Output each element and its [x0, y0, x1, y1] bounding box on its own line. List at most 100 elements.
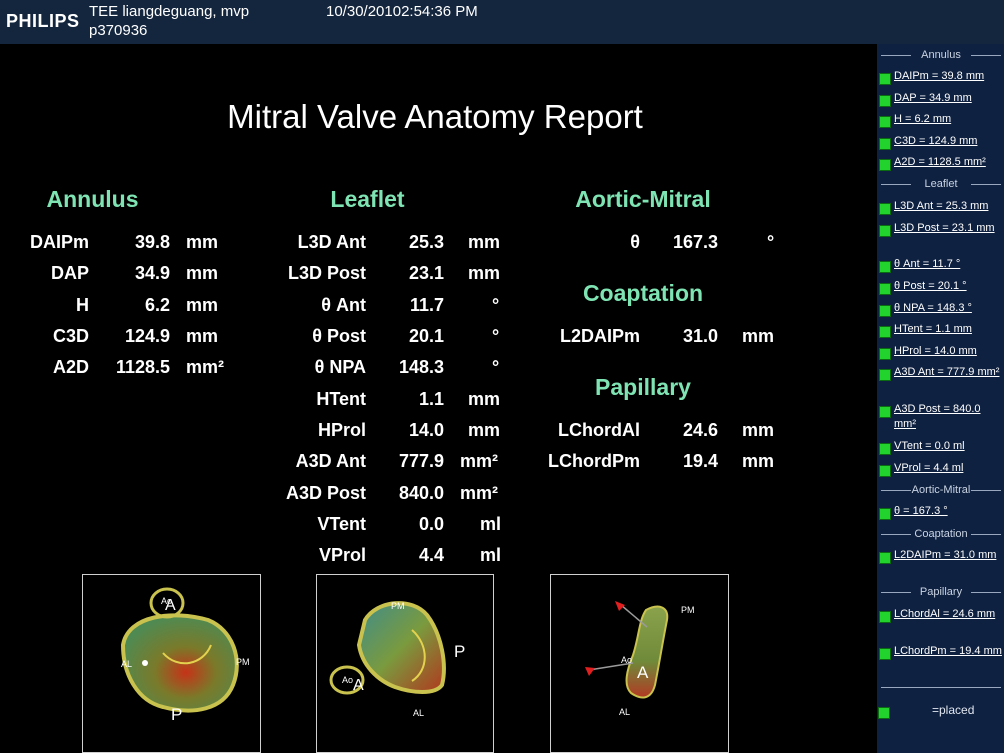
measurement-value: 31.0 [682, 326, 718, 346]
placed-checkbox[interactable] [879, 443, 891, 455]
measurement-label: VTent [317, 514, 366, 534]
placed-checkbox[interactable] [879, 73, 891, 85]
measurement-unit: ° [767, 232, 775, 252]
posteromedial-label: PM [236, 657, 250, 667]
sidebar-item-label[interactable]: L3D Ant = 25.3 mm [894, 199, 1003, 214]
placed-checkbox[interactable] [879, 348, 891, 360]
exam-timestamp: 10/30/20102:54:36 PM [326, 3, 478, 20]
measurement-unit: mm [742, 451, 775, 471]
placed-checkbox[interactable] [879, 203, 891, 215]
placed-checkbox[interactable] [879, 95, 891, 107]
measurement-label: LChordPm [548, 451, 640, 471]
patient-name: TEE liangdeguang, mvp [89, 3, 250, 20]
sidebar-item-label[interactable]: A2D = 1128.5 mm² [894, 155, 1003, 170]
placed-checkbox[interactable] [879, 225, 891, 237]
sidebar-item-label[interactable]: L3D Post = 23.1 mm [894, 221, 1003, 236]
coaptation-heading: Coaptation [582, 280, 704, 306]
measurement-label: L3D Ant [297, 232, 366, 252]
measurement-value: 23.1 [408, 263, 444, 283]
placed-checkbox[interactable] [879, 159, 891, 171]
measurement-label: L2DAIPm [559, 326, 640, 346]
measurement-unit: mm [742, 326, 775, 346]
measurement-value: 4.4 [418, 545, 444, 565]
placed-checkbox[interactable] [879, 305, 891, 317]
sidebar-item-label[interactable]: LChordAl = 24.6 mm [894, 607, 1003, 622]
measurement-label: DAP [50, 263, 89, 283]
valve-view-2[interactable]: PM P Ao A AL [316, 574, 494, 753]
measurement-value: 1128.5 [115, 357, 170, 377]
measurement-value: 14.0 [408, 420, 444, 440]
posterior-label: P [454, 642, 466, 661]
measurement-unit: mm [742, 420, 775, 440]
placed-checkbox[interactable] [879, 508, 891, 520]
placed-legend: =placed [932, 703, 975, 717]
measurement-value: 148.3 [398, 357, 444, 377]
measurement-value: 167.3 [672, 232, 718, 252]
posteromedial-label: PM [391, 601, 405, 611]
valve-view-1[interactable]: A Ao AL PM P [82, 574, 261, 753]
measurement-value: 124.9 [124, 326, 170, 346]
placed-checkbox[interactable] [879, 552, 891, 564]
placed-checkbox[interactable] [879, 116, 891, 128]
measurement-unit: ° [492, 295, 500, 315]
measurement-value: 840.0 [398, 483, 444, 503]
papillary-heading: Papillary [595, 374, 691, 400]
measurement-value: 34.9 [134, 263, 170, 283]
placed-checkbox[interactable] [879, 261, 891, 273]
measurement-value: 39.8 [134, 232, 170, 252]
measurement-unit: ml [480, 514, 502, 534]
placed-checkbox[interactable] [879, 326, 891, 338]
measurement-label: A3D Ant [295, 451, 366, 471]
measurement-value: 6.2 [144, 295, 170, 315]
philips-logo: PHILIPS [6, 11, 80, 31]
placed-checkbox[interactable] [879, 648, 891, 660]
sidebar-group-coaptation: Coaptation [881, 528, 1001, 540]
sidebar-item-label[interactable]: θ NPA = 148.3 ° [894, 301, 1003, 316]
sidebar-item-label[interactable]: HProl = 14.0 mm [894, 344, 1003, 359]
sidebar-group-papillary: Papillary [881, 586, 1001, 598]
sidebar-item-label[interactable]: VTent = 0.0 ml [894, 439, 1003, 454]
anterior-label: A [637, 663, 649, 682]
measurement-unit: ° [492, 357, 500, 377]
measurement-label: θ Post [312, 326, 366, 346]
sidebar-item-label[interactable]: θ Ant = 11.7 ° [894, 257, 1003, 272]
sidebar-item-label[interactable]: θ = 167.3 ° [894, 504, 1003, 519]
sidebar-group-leaflet: Leaflet [881, 178, 1001, 190]
sidebar-item-label[interactable]: LChordPm = 19.4 mm [894, 644, 1003, 659]
measurement-value: 25.3 [408, 232, 444, 252]
sidebar-item-label[interactable]: HTent = 1.1 mm [894, 322, 1003, 337]
measurement-unit: mm [186, 232, 219, 252]
measurement-value: 11.7 [409, 295, 444, 315]
placed-checkbox[interactable] [879, 406, 891, 418]
leaflet-heading: Leaflet [330, 186, 405, 212]
placed-checkbox[interactable] [879, 138, 891, 150]
measurement-unit: mm [468, 420, 501, 440]
sidebar-item-label[interactable]: H = 6.2 mm [894, 112, 1003, 127]
measurement-unit: mm [186, 263, 219, 283]
legend-swatch [878, 707, 890, 719]
measurement-value: 24.6 [682, 420, 718, 440]
sidebar-item-label[interactable]: A3D Ant = 777.9 mm² [894, 365, 1003, 380]
measurement-label: L3D Post [287, 263, 366, 283]
placed-checkbox[interactable] [879, 465, 891, 477]
placed-checkbox[interactable] [879, 283, 891, 295]
sidebar-item-label[interactable]: C3D = 124.9 mm [894, 134, 1003, 149]
sidebar-item-label[interactable]: DAIPm = 39.8 mm [894, 69, 1003, 84]
anterolateral-label: AL [619, 707, 631, 717]
anterolateral-label: AL [413, 708, 425, 718]
measurement-label: θ [630, 232, 640, 252]
placed-checkbox[interactable] [879, 369, 891, 381]
sidebar-item-label[interactable]: DAP = 34.9 mm [894, 91, 1003, 106]
measurement-unit: mm² [460, 483, 499, 503]
sidebar-item-label[interactable]: θ Post = 20.1 ° [894, 279, 1003, 294]
measurement-value: 19.4 [682, 451, 718, 471]
sidebar-item-label[interactable]: L2DAIPm = 31.0 mm [894, 548, 1003, 563]
posterior-label: P [171, 705, 183, 724]
placed-checkbox[interactable] [879, 611, 891, 623]
sidebar-item-label[interactable]: VProl = 4.4 ml [894, 461, 1003, 476]
anterolateral-label: AL [121, 659, 133, 669]
measurement-unit: mm² [460, 451, 499, 471]
sidebar-item-label[interactable]: A3D Post = 840.0 mm² [894, 402, 1003, 432]
valve-view-3[interactable]: PM Ao A AL [550, 574, 729, 753]
patient-id: p370936 [89, 22, 148, 39]
